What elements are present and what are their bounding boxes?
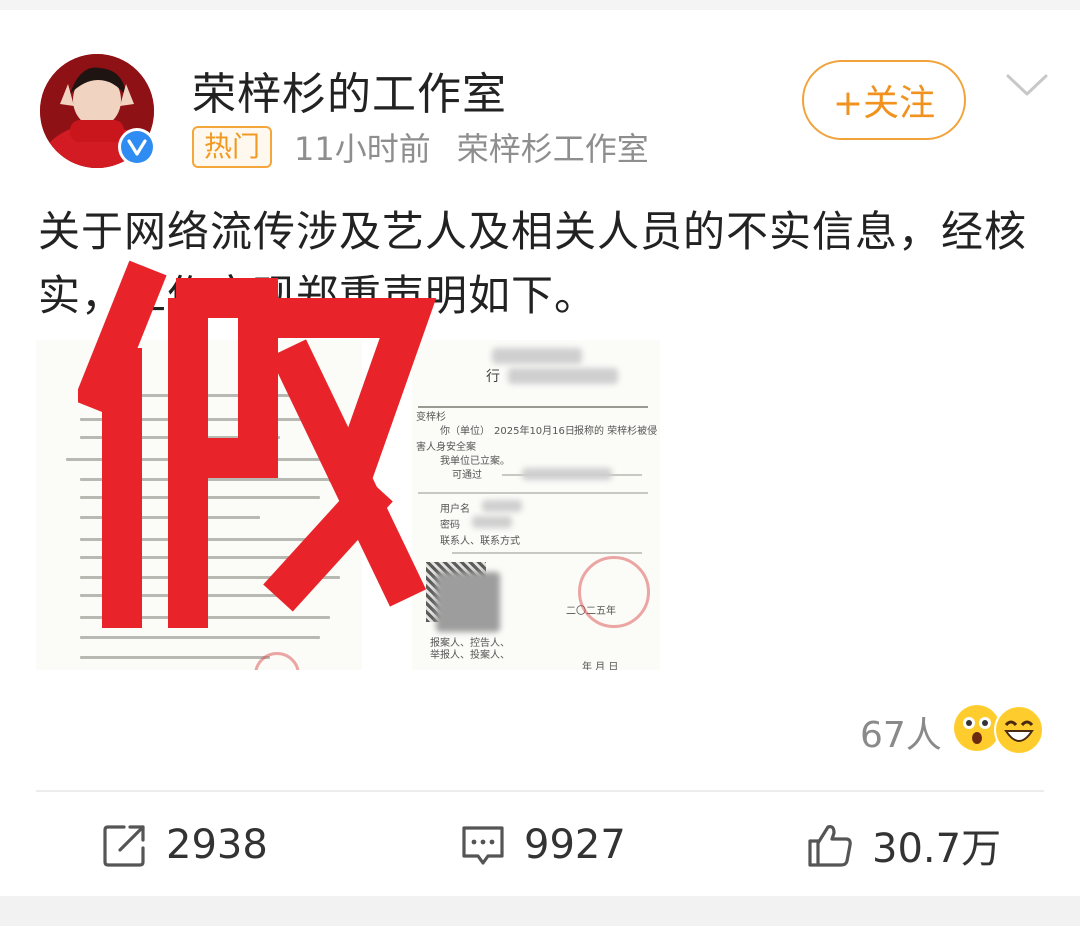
comment-icon <box>462 826 504 865</box>
like-count: 30.7万 <box>872 826 1002 872</box>
repost-button[interactable]: 2938 <box>102 820 268 870</box>
post-image-notice[interactable]: 行 变梓杉 你（单位） 2025年10月16日 报称的 荣梓杉被侵 害人身安全案… <box>412 340 660 670</box>
post-time: 11小时前 <box>294 130 431 168</box>
repost-count: 2938 <box>166 822 268 868</box>
doc-line-8: 密码 <box>440 520 460 531</box>
like-button[interactable]: 30.7万 <box>806 820 1001 872</box>
reaction-count[interactable]: 67人 <box>860 706 942 758</box>
verified-badge <box>118 128 156 166</box>
post-image-statement[interactable]: 严正 <box>36 340 362 670</box>
post-text: 关于网络流传涉及艺人及相关人员的不实信息，经核实，工作室现郑重声明如下。 <box>38 207 1028 320</box>
laughing-emoji-icon[interactable] <box>994 705 1044 755</box>
doc-line-13: 年 月 日 <box>582 662 619 670</box>
top-divider <box>0 0 1080 10</box>
comment-count: 9927 <box>524 822 626 868</box>
chevron-down-icon[interactable] <box>1002 70 1052 100</box>
thumbs-up-icon <box>808 825 852 867</box>
doc-line-11: 举报人、投案人、 <box>430 650 510 661</box>
doc-line-1: 你（单位） <box>440 426 490 437</box>
doc-line-7: 用户名 <box>440 504 470 515</box>
doc-line-6: 可通过 <box>452 470 482 481</box>
follow-button[interactable]: +关注 <box>802 60 966 140</box>
hot-badge: 热门 <box>192 126 273 168</box>
doc-header: 行 <box>486 369 500 385</box>
doc-line-9: 联系人、联系方式 <box>440 536 520 547</box>
repost-icon <box>103 825 145 867</box>
verified-v-icon <box>121 131 153 163</box>
post-source[interactable]: 荣梓杉工作室 <box>457 124 649 170</box>
doc-line-0: 变梓杉 <box>416 412 446 423</box>
doc-line-5: 我单位已立案。 <box>440 456 510 467</box>
doc-line-3: 报称的 荣梓杉被侵 <box>574 426 658 437</box>
doc-title: 严正 <box>176 355 204 371</box>
doc-line-4: 害人身安全案 <box>416 442 476 453</box>
weibo-post: 荣梓杉的工作室 热门 11小时前 荣梓杉工作室 +关注 关于网络流传涉及艺人及相… <box>0 0 1080 926</box>
author-name[interactable]: 荣梓杉的工作室 <box>192 58 507 122</box>
bottom-divider <box>0 896 1080 926</box>
post-meta: 热门 11小时前 荣梓杉工作室 <box>192 124 649 170</box>
comment-button[interactable]: 9927 <box>460 820 626 870</box>
doc-line-2: 2025年10月16日 <box>494 426 575 437</box>
actions-divider <box>36 790 1044 792</box>
